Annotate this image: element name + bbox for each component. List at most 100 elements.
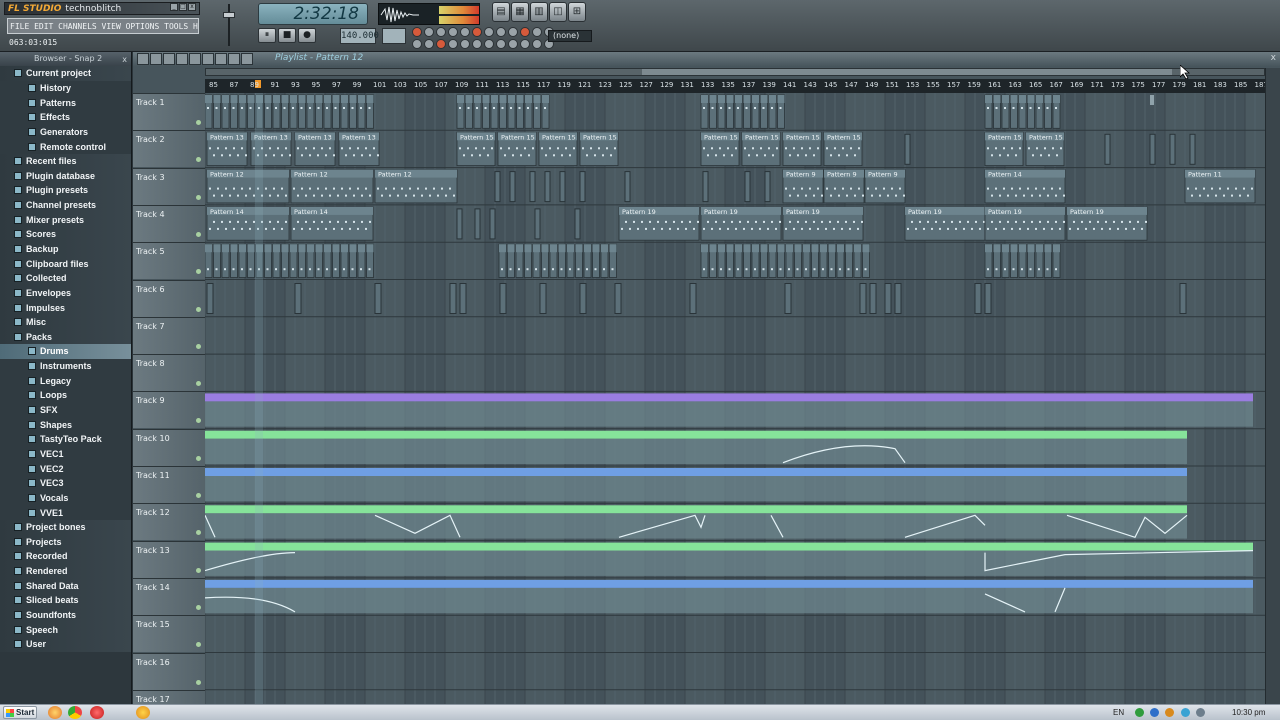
- clip-note[interactable]: [1121, 220, 1123, 223]
- clip-header[interactable]: [366, 244, 374, 253]
- clip-note[interactable]: [756, 154, 758, 157]
- delete-tool-icon[interactable]: [163, 53, 175, 65]
- clip-note[interactable]: [582, 147, 584, 150]
- clip-note[interactable]: [301, 227, 303, 230]
- clip-header[interactable]: [811, 244, 819, 253]
- automation-clip-body[interactable]: [205, 438, 1187, 464]
- clip-label[interactable]: Pattern 13: [210, 133, 244, 141]
- clip-note[interactable]: [1003, 147, 1005, 150]
- pattern-clip[interactable]: [784, 283, 792, 314]
- option-toggle-icon[interactable]: [508, 27, 518, 37]
- clip-note[interactable]: [266, 268, 269, 271]
- clip-note[interactable]: [841, 227, 843, 230]
- clip-note[interactable]: [879, 194, 881, 197]
- clip-note[interactable]: [441, 187, 443, 190]
- track-mute-icon[interactable]: [196, 455, 201, 461]
- clip-note[interactable]: [253, 220, 255, 223]
- clip-note[interactable]: [1023, 220, 1025, 223]
- clip-header[interactable]: [349, 244, 357, 253]
- clip-header[interactable]: [541, 244, 549, 253]
- clip-note[interactable]: [518, 107, 521, 109]
- clip-note[interactable]: [677, 227, 679, 230]
- clip-note[interactable]: [817, 227, 819, 230]
- clip-note[interactable]: [526, 268, 529, 271]
- clip-note[interactable]: [776, 147, 778, 150]
- slice-tool-icon[interactable]: [189, 53, 201, 65]
- clip-note[interactable]: [817, 147, 819, 150]
- zoom-tool-icon[interactable]: [215, 53, 227, 65]
- clip-note[interactable]: [1036, 147, 1038, 150]
- clip-note[interactable]: [1227, 187, 1229, 190]
- clip-note[interactable]: [317, 268, 320, 271]
- clip-note[interactable]: [853, 220, 855, 223]
- clip-note[interactable]: [1243, 187, 1245, 190]
- clip-note[interactable]: [357, 227, 359, 230]
- clip-note[interactable]: [833, 227, 835, 230]
- clip-note[interactable]: [207, 268, 209, 271]
- track-mute-icon[interactable]: [196, 642, 201, 648]
- clip-note[interactable]: [1015, 194, 1017, 197]
- clip-note[interactable]: [249, 227, 251, 230]
- track-mute-icon[interactable]: [196, 343, 201, 349]
- track-header[interactable]: Track 14: [133, 577, 205, 615]
- clip-note[interactable]: [349, 227, 351, 230]
- clip-header[interactable]: [264, 244, 272, 253]
- clip-header[interactable]: [743, 244, 751, 253]
- pattern-clip[interactable]: [1189, 133, 1196, 165]
- clip-note[interactable]: [715, 154, 717, 157]
- minimize-button[interactable]: _: [170, 3, 178, 11]
- clip-header[interactable]: [760, 244, 768, 253]
- clip-header[interactable]: [366, 95, 374, 103]
- clip-note[interactable]: [959, 220, 961, 223]
- clip-note[interactable]: [703, 268, 705, 271]
- clip-note[interactable]: [1048, 154, 1050, 157]
- clip-header[interactable]: [558, 244, 566, 253]
- start-button[interactable]: Start: [3, 706, 37, 719]
- clip-note[interactable]: [569, 268, 571, 271]
- clip-note[interactable]: [326, 107, 328, 109]
- track-header[interactable]: Track 12: [133, 503, 205, 541]
- clip-header[interactable]: [609, 244, 617, 253]
- clip-header[interactable]: [307, 244, 314, 253]
- clip-note[interactable]: [215, 268, 218, 271]
- pattern-clip[interactable]: [614, 283, 622, 314]
- track-header[interactable]: Track 2: [133, 130, 205, 168]
- clip-note[interactable]: [467, 147, 469, 150]
- clip-note[interactable]: [829, 220, 831, 223]
- clip-note[interactable]: [449, 187, 451, 190]
- clip-note[interactable]: [305, 220, 307, 223]
- battery-icon[interactable]: [1181, 708, 1190, 717]
- pattern-clip[interactable]: [869, 283, 877, 314]
- clip-note[interactable]: [693, 227, 695, 230]
- clip-note[interactable]: [459, 107, 461, 109]
- clip-note[interactable]: [265, 154, 267, 157]
- clip-header[interactable]: [1053, 95, 1060, 103]
- clip-note[interactable]: [337, 194, 339, 197]
- pattern-clip[interactable]: [1149, 133, 1156, 165]
- clip-note[interactable]: [241, 147, 243, 150]
- clip-note[interactable]: [603, 268, 605, 271]
- select-tool-icon[interactable]: [202, 53, 214, 65]
- track-header[interactable]: Track 10: [133, 428, 205, 466]
- clip-note[interactable]: [504, 154, 506, 157]
- clip-note[interactable]: [277, 220, 279, 223]
- clip-note[interactable]: [381, 194, 383, 197]
- clip-header[interactable]: [1010, 95, 1018, 103]
- clip-note[interactable]: [483, 147, 485, 150]
- volume-icon[interactable]: [1165, 708, 1174, 717]
- clip-note[interactable]: [846, 194, 848, 197]
- clip-header[interactable]: [507, 244, 515, 253]
- timeline-ruler[interactable]: 85 87 89 91 93 95 97 99 101 103 105 107 109 111 113 115…: [205, 79, 1265, 93]
- clip-note[interactable]: [217, 147, 219, 150]
- clip-note[interactable]: [565, 147, 567, 150]
- clip-note[interactable]: [300, 268, 303, 271]
- clip-note[interactable]: [285, 147, 287, 150]
- clip-note[interactable]: [891, 187, 893, 190]
- clip-header[interactable]: [726, 95, 734, 103]
- clip-header[interactable]: [709, 95, 717, 103]
- clip-note[interactable]: [895, 194, 897, 197]
- clip-note[interactable]: [471, 154, 473, 157]
- clip-note[interactable]: [309, 187, 311, 190]
- clip-note[interactable]: [1133, 227, 1135, 230]
- clip-note[interactable]: [237, 154, 239, 157]
